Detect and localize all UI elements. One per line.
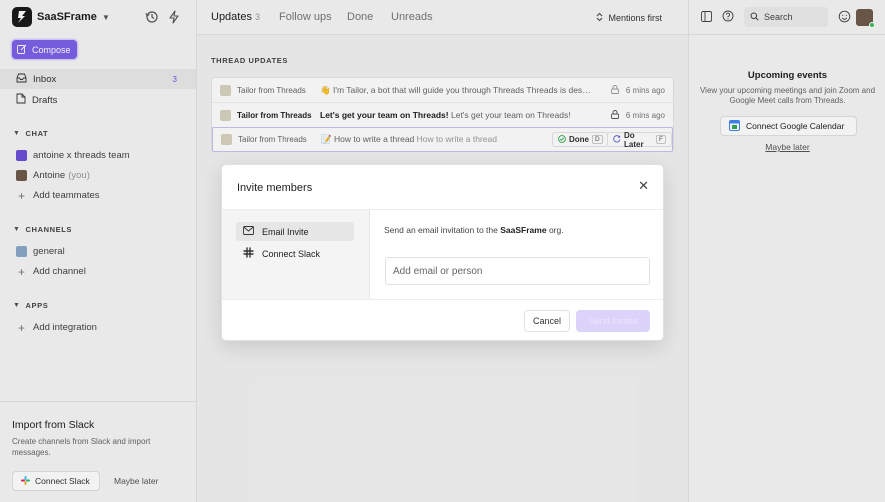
invite-message: Send an email invitation to the SaaSFram… <box>384 225 564 235</box>
invite-method-list: Email Invite Connect Slack <box>222 210 370 299</box>
option-label: Email Invite <box>262 226 309 237</box>
org-name: SaaSFrame <box>500 225 547 235</box>
cancel-button[interactable]: Cancel <box>524 310 570 332</box>
send-invites-button[interactable]: Send invites <box>576 310 650 332</box>
option-connect-slack[interactable]: Connect Slack <box>236 244 354 263</box>
option-label: Connect Slack <box>262 248 321 259</box>
invite-members-modal: Invite members ✕ Email Invite Connect Sl… <box>221 164 664 341</box>
invite-message-suffix: org. <box>548 225 564 235</box>
invite-message-prefix: Send an email invitation to the <box>384 225 498 235</box>
option-email-invite[interactable]: Email Invite <box>236 222 354 241</box>
close-icon[interactable]: ✕ <box>638 178 649 194</box>
modal-body: Email Invite Connect Slack Send an email… <box>222 209 663 300</box>
slack-icon <box>243 247 254 260</box>
modal-title: Invite members <box>237 182 313 194</box>
mail-icon <box>243 226 254 237</box>
email-input[interactable] <box>385 257 650 285</box>
